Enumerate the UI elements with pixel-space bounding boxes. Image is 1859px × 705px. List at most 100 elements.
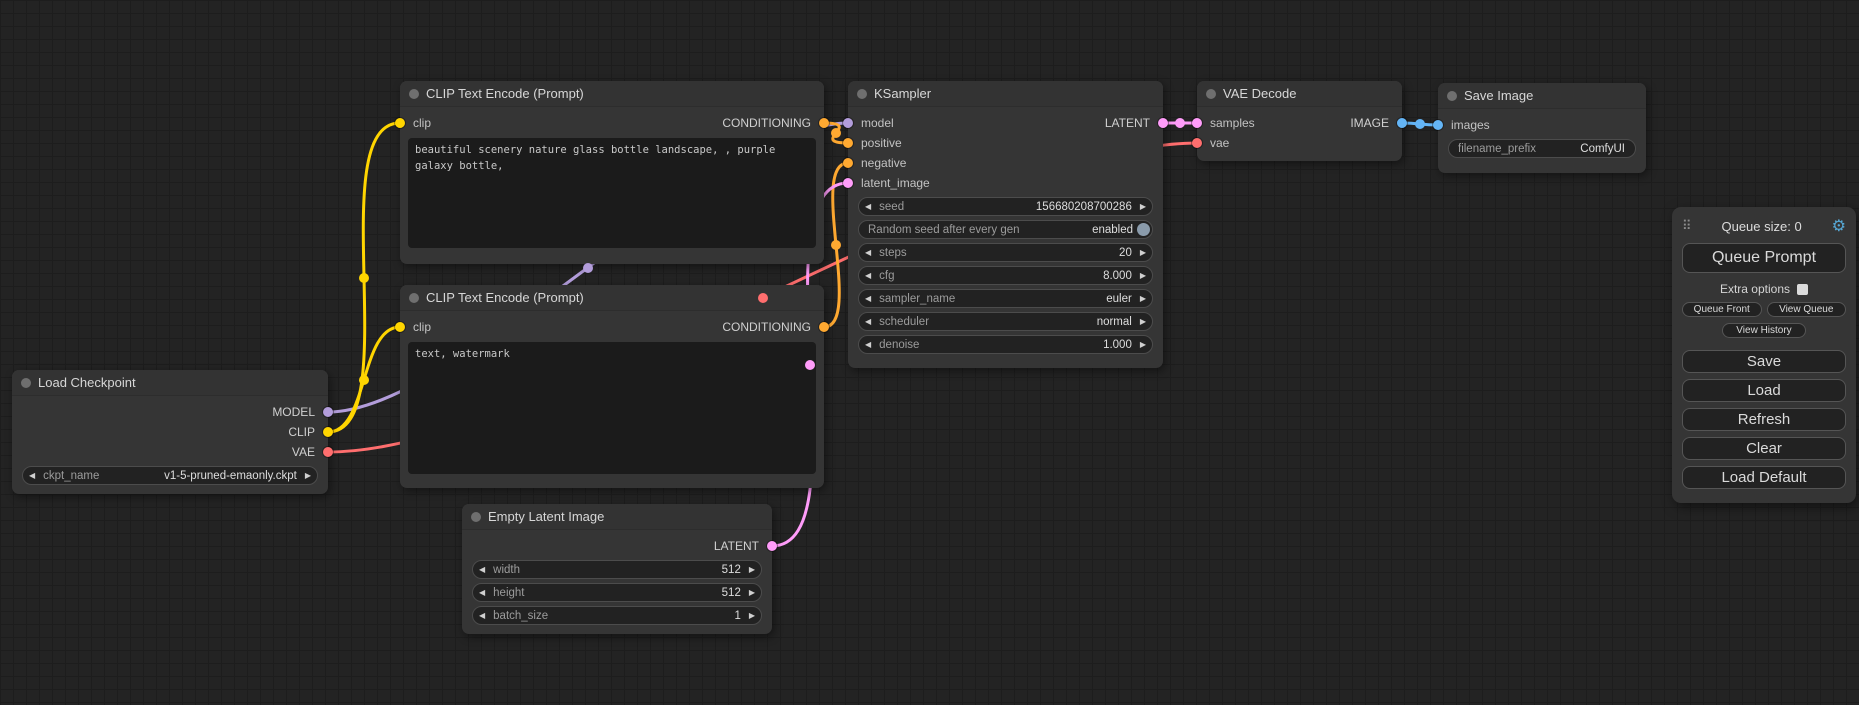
widget-batch-size[interactable]: ◀ batch_size 1 ▶ <box>472 606 762 625</box>
increment-arrow-icon[interactable]: ▶ <box>1140 203 1146 211</box>
prompt-textarea[interactable]: text, watermark <box>408 342 816 474</box>
slot-row: clip CONDITIONING <box>400 113 824 133</box>
input-dot-vae[interactable] <box>1192 138 1202 148</box>
decrement-arrow-icon[interactable]: ◀ <box>865 272 871 280</box>
input-dot-clip[interactable] <box>395 118 405 128</box>
load-default-button[interactable]: Load Default <box>1682 466 1846 489</box>
collapse-dot-icon[interactable] <box>1206 89 1216 99</box>
collapse-dot-icon[interactable] <box>857 89 867 99</box>
node-title-bar[interactable]: Empty Latent Image <box>462 504 772 530</box>
widget-scheduler[interactable]: ◀ scheduler normal ▶ <box>858 312 1153 331</box>
collapse-dot-icon[interactable] <box>471 512 481 522</box>
output-dot-clip[interactable] <box>323 427 333 437</box>
output-dot-latent[interactable] <box>767 541 777 551</box>
decrement-arrow-icon[interactable]: ◀ <box>865 295 871 303</box>
input-dot-latent-image[interactable] <box>843 178 853 188</box>
input-slot-latent-image: latent_image <box>848 173 1021 193</box>
decrement-arrow-icon[interactable]: ◀ <box>29 472 35 480</box>
node-title-bar[interactable]: KSampler <box>848 81 1163 107</box>
widget-seed[interactable]: ◀ seed 156680208700286 ▶ <box>858 197 1153 216</box>
load-button[interactable]: Load <box>1682 379 1846 402</box>
node-save-image[interactable]: Save Image images filename_prefix ComfyU… <box>1438 83 1646 173</box>
input-slot-vae: vae <box>1197 133 1310 153</box>
slot-label: clip <box>413 320 431 334</box>
view-queue-button[interactable]: View Queue <box>1767 302 1847 317</box>
collapse-dot-icon[interactable] <box>1447 91 1457 101</box>
output-dot-conditioning[interactable] <box>819 322 829 332</box>
output-dot-vae[interactable] <box>323 447 333 457</box>
node-title-bar[interactable]: Save Image <box>1438 83 1646 109</box>
widget-width[interactable]: ◀ width 512 ▶ <box>472 560 762 579</box>
output-dot-conditioning[interactable] <box>819 118 829 128</box>
increment-arrow-icon[interactable]: ▶ <box>749 566 755 574</box>
node-load-checkpoint[interactable]: Load Checkpoint MODEL CLIP VAE ◀ ckpt_na… <box>12 370 328 494</box>
prompt-textarea[interactable]: beautiful scenery nature glass bottle la… <box>408 138 816 248</box>
node-ksampler[interactable]: KSampler model positive negative latent_… <box>848 81 1163 368</box>
widget-steps[interactable]: ◀ steps 20 ▶ <box>858 243 1153 262</box>
node-title-bar[interactable]: CLIP Text Encode (Prompt) <box>400 81 824 107</box>
collapse-dot-icon[interactable] <box>409 89 419 99</box>
decrement-arrow-icon[interactable]: ◀ <box>479 566 485 574</box>
extra-options-row: Extra options <box>1682 282 1846 296</box>
output-dot-latent[interactable] <box>1158 118 1168 128</box>
collapse-dot-icon[interactable] <box>21 378 31 388</box>
node-title-bar[interactable]: VAE Decode <box>1197 81 1402 107</box>
increment-arrow-icon[interactable]: ▶ <box>749 612 755 620</box>
input-dot-clip[interactable] <box>395 322 405 332</box>
node-canvas[interactable]: { "icons": { "left_arrow": "◀", "right_a… <box>0 0 1859 705</box>
refresh-button[interactable]: Refresh <box>1682 408 1846 431</box>
increment-arrow-icon[interactable]: ▶ <box>1140 249 1146 257</box>
settings-gear-icon[interactable]: ⚙ <box>1832 216 1846 236</box>
widget-sampler-name[interactable]: ◀ sampler_name euler ▶ <box>858 289 1153 308</box>
drag-handle-icon[interactable]: ⠿ <box>1682 218 1692 234</box>
decrement-arrow-icon[interactable]: ◀ <box>865 203 871 211</box>
input-dot-model[interactable] <box>843 118 853 128</box>
input-dot-negative[interactable] <box>843 158 853 168</box>
output-dot-image[interactable] <box>1397 118 1407 128</box>
node-vae-decode[interactable]: VAE Decode samples vae IMAGE <box>1197 81 1402 161</box>
input-dot-samples[interactable] <box>1192 118 1202 128</box>
decrement-arrow-icon[interactable]: ◀ <box>865 318 871 326</box>
decrement-arrow-icon[interactable]: ◀ <box>865 249 871 257</box>
input-dot-positive[interactable] <box>843 138 853 148</box>
view-history-button[interactable]: View History <box>1722 323 1806 338</box>
increment-arrow-icon[interactable]: ▶ <box>1140 295 1146 303</box>
node-empty-latent-image[interactable]: Empty Latent Image LATENT ◀ width 512 ▶ … <box>462 504 772 634</box>
widget-cfg[interactable]: ◀ cfg 8.000 ▶ <box>858 266 1153 285</box>
queue-prompt-button[interactable]: Queue Prompt <box>1682 243 1846 273</box>
output-slot-latent: LATENT <box>1021 113 1163 133</box>
decrement-arrow-icon[interactable]: ◀ <box>865 341 871 349</box>
node-title-bar[interactable]: CLIP Text Encode (Prompt) <box>400 285 824 311</box>
save-button[interactable]: Save <box>1682 350 1846 373</box>
queue-menu-panel[interactable]: ⠿ Queue size: 0 ⚙ Queue Prompt Extra opt… <box>1672 207 1856 503</box>
node-clip-text-encode-negative[interactable]: CLIP Text Encode (Prompt) clip CONDITION… <box>400 285 824 488</box>
output-dot-model[interactable] <box>323 407 333 417</box>
widget-filename-prefix[interactable]: filename_prefix ComfyUI <box>1448 139 1636 158</box>
output-slot-vae: VAE <box>12 442 328 462</box>
widget-value: 20 <box>1119 247 1132 259</box>
queue-controls-row: Queue Front View Queue <box>1682 302 1846 317</box>
node-clip-text-encode-positive[interactable]: CLIP Text Encode (Prompt) clip CONDITION… <box>400 81 824 264</box>
node-title: Empty Latent Image <box>488 509 604 524</box>
decrement-arrow-icon[interactable]: ◀ <box>479 612 485 620</box>
output-slot-latent: LATENT <box>462 536 772 556</box>
increment-arrow-icon[interactable]: ▶ <box>749 589 755 597</box>
increment-arrow-icon[interactable]: ▶ <box>1140 272 1146 280</box>
increment-arrow-icon[interactable]: ▶ <box>1140 318 1146 326</box>
clear-button[interactable]: Clear <box>1682 437 1846 460</box>
widget-denoise[interactable]: ◀ denoise 1.000 ▶ <box>858 335 1153 354</box>
widget-value: 1.000 <box>1103 339 1132 351</box>
queue-front-button[interactable]: Queue Front <box>1682 302 1762 317</box>
widget-value: euler <box>1106 293 1132 305</box>
widget-ckpt-name[interactable]: ◀ ckpt_name v1-5-pruned-emaonly.ckpt ▶ <box>22 466 318 485</box>
widget-random-seed-toggle[interactable]: Random seed after every gen enabled <box>858 220 1153 239</box>
extra-options-checkbox[interactable] <box>1797 284 1808 295</box>
increment-arrow-icon[interactable]: ▶ <box>305 472 311 480</box>
increment-arrow-icon[interactable]: ▶ <box>1140 341 1146 349</box>
decrement-arrow-icon[interactable]: ◀ <box>479 589 485 597</box>
input-dot-images[interactable] <box>1433 120 1443 130</box>
node-title-bar[interactable]: Load Checkpoint <box>12 370 328 396</box>
widget-height[interactable]: ◀ height 512 ▶ <box>472 583 762 602</box>
toggle-knob[interactable] <box>1137 223 1150 236</box>
collapse-dot-icon[interactable] <box>409 293 419 303</box>
